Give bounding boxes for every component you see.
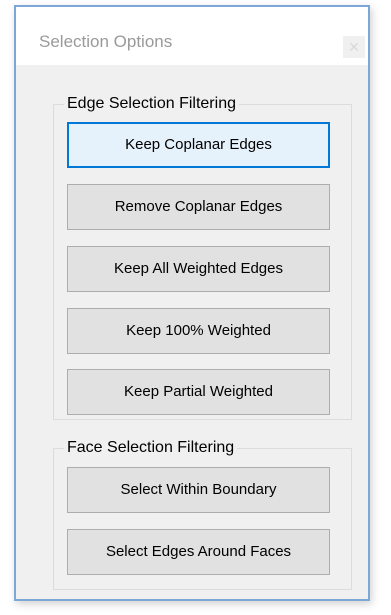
keep-all-weighted-edges-button[interactable]: Keep All Weighted Edges xyxy=(67,246,330,292)
close-icon[interactable]: ✕ xyxy=(343,36,365,58)
dialog-title: Selection Options xyxy=(39,32,173,51)
keep-partial-weighted-button[interactable]: Keep Partial Weighted xyxy=(67,369,330,415)
edge-selection-filtering-group: Edge Selection Filtering Keep Coplanar E… xyxy=(53,94,352,420)
face-selection-filtering-legend: Face Selection Filtering xyxy=(64,438,238,458)
selection-options-dialog: Selection Options ✕ Edge Selection Filte… xyxy=(14,5,370,601)
select-within-boundary-button[interactable]: Select Within Boundary xyxy=(67,467,330,513)
keep-100-weighted-button[interactable]: Keep 100% Weighted xyxy=(67,308,330,354)
remove-coplanar-edges-button[interactable]: Remove Coplanar Edges xyxy=(67,184,330,230)
title-bar[interactable]: Selection Options ✕ xyxy=(16,7,368,65)
select-edges-around-faces-button[interactable]: Select Edges Around Faces xyxy=(67,529,330,575)
edge-selection-filtering-legend: Edge Selection Filtering xyxy=(64,94,239,114)
keep-coplanar-edges-button[interactable]: Keep Coplanar Edges xyxy=(67,122,330,168)
face-selection-filtering-group: Face Selection Filtering Select Within B… xyxy=(53,438,352,590)
